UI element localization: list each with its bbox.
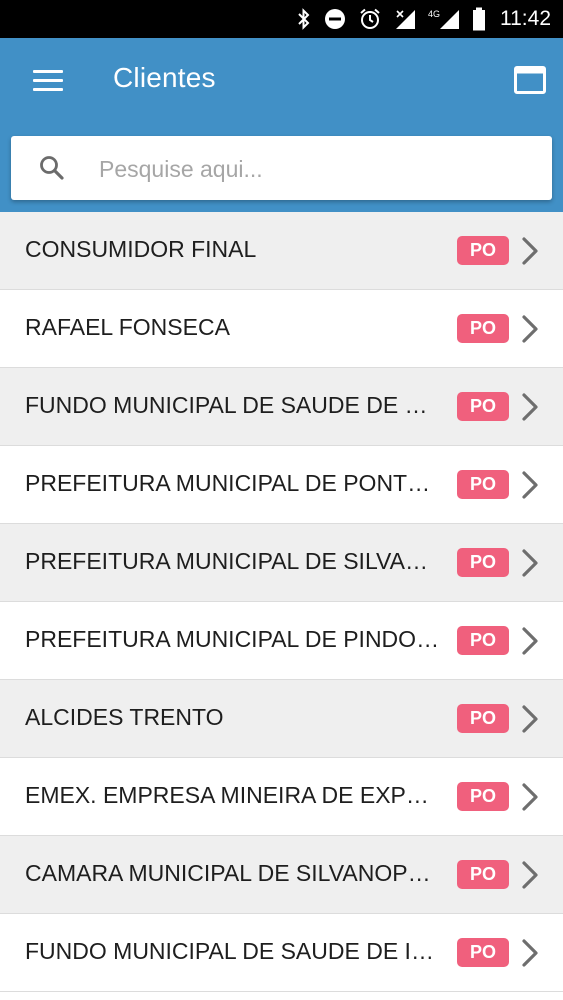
client-name: FUNDO MUNICIPAL DE SAUDE DE IPUEIRAS: [25, 938, 440, 964]
status-badge: PO: [457, 548, 509, 577]
status-badge: PO: [457, 860, 509, 889]
client-row[interactable]: RAFAEL FONSECA PO: [0, 290, 563, 368]
hamburger-menu-icon[interactable]: [33, 70, 65, 94]
chevron-right-icon: [517, 470, 543, 500]
client-name: PREFEITURA MUNICIPAL DE PONTE ALTA: [25, 470, 440, 496]
status-badge: PO: [457, 626, 509, 655]
client-name: PREFEITURA MUNICIPAL DE SILVANOPOLIS: [25, 548, 440, 574]
client-row[interactable]: PREFEITURA MUNICIPAL DE SILVANOPOLIS PO: [0, 524, 563, 602]
status-badge: PO: [457, 314, 509, 343]
battery-icon: [472, 7, 486, 31]
search-bar: [11, 136, 552, 200]
client-name: CONSUMIDOR FINAL: [25, 236, 257, 262]
do-not-disturb-icon: [324, 7, 346, 31]
chevron-right-icon: [517, 236, 543, 266]
status-badge: PO: [457, 236, 509, 265]
status-badge: PO: [457, 938, 509, 967]
chevron-right-icon: [517, 626, 543, 656]
window-icon[interactable]: [514, 66, 546, 94]
chevron-right-icon: [517, 392, 543, 422]
app-bar: Clientes: [0, 38, 563, 212]
chevron-right-icon: [517, 314, 543, 344]
alarm-icon: [358, 7, 382, 31]
client-name: ALCIDES TRENTO: [25, 704, 224, 730]
client-row[interactable]: CONSUMIDOR FINAL PO: [0, 212, 563, 290]
status-badge: PO: [457, 470, 509, 499]
client-name: RAFAEL FONSECA: [25, 314, 230, 340]
client-row[interactable]: FUNDO MUNICIPAL DE SAUDE DE IPUEIRAS PO: [0, 914, 563, 992]
status-time: 11:42: [500, 7, 551, 30]
chevron-right-icon: [517, 782, 543, 812]
client-row[interactable]: EMEX. EMPRESA MINEIRA DE EXPLORACAO PO: [0, 758, 563, 836]
svg-text:4G: 4G: [428, 9, 440, 19]
client-list: CONSUMIDOR FINAL PO RAFAEL FONSECA PO FUNDO …: [0, 212, 563, 992]
client-name: FUNDO MUNICIPAL DE SAUDE DE SILVANOPOLIS: [25, 392, 440, 418]
client-name: EMEX. EMPRESA MINEIRA DE EXPLORACAO: [25, 782, 440, 808]
chevron-right-icon: [517, 860, 543, 890]
client-row[interactable]: PREFEITURA MUNICIPAL DE PINDORAMA PO: [0, 602, 563, 680]
page-title: Clientes: [113, 62, 216, 93]
signal-icon: [394, 7, 416, 31]
status-bar: 4G 11:42: [0, 0, 563, 38]
status-badge: PO: [457, 704, 509, 733]
client-row[interactable]: CAMARA MUNICIPAL DE SILVANOPOLIS PO: [0, 836, 563, 914]
client-name: PREFEITURA MUNICIPAL DE PINDORAMA: [25, 626, 440, 652]
status-badge: PO: [457, 782, 509, 811]
search-icon: [39, 155, 65, 181]
client-row[interactable]: FUNDO MUNICIPAL DE SAUDE DE SILVANOPOLIS…: [0, 368, 563, 446]
4g-signal-icon: 4G: [428, 7, 460, 31]
client-row[interactable]: PREFEITURA MUNICIPAL DE PONTE ALTA PO: [0, 446, 563, 524]
search-input[interactable]: [97, 148, 541, 190]
chevron-right-icon: [517, 548, 543, 578]
status-badge: PO: [457, 392, 509, 421]
chevron-right-icon: [517, 704, 543, 734]
chevron-right-icon: [517, 938, 543, 968]
client-row[interactable]: ALCIDES TRENTO PO: [0, 680, 563, 758]
bluetooth-icon: [296, 7, 312, 31]
client-name: CAMARA MUNICIPAL DE SILVANOPOLIS: [25, 860, 440, 886]
